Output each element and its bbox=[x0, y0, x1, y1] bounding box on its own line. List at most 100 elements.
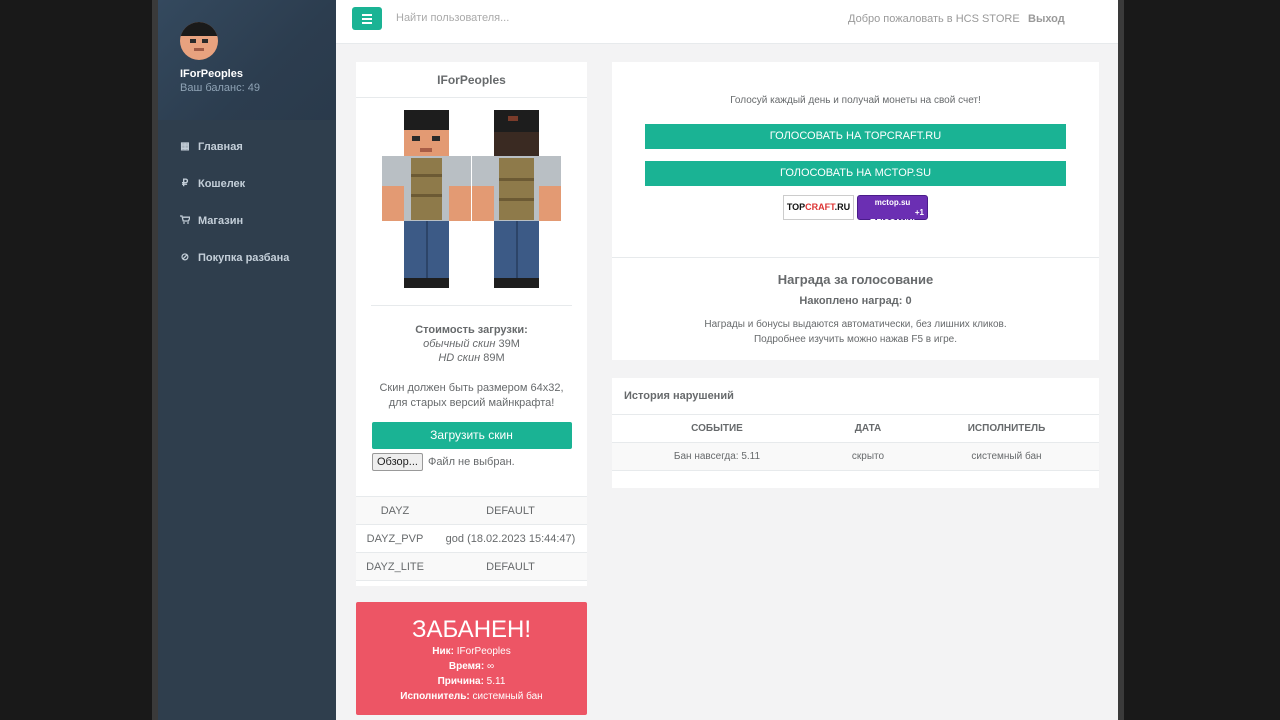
history-title: История нарушений bbox=[612, 378, 1099, 415]
ban-executor-label: Исполнитель: bbox=[400, 691, 470, 702]
ruble-icon: ₽ bbox=[181, 178, 189, 189]
topcraft-badge-a: TOP bbox=[786, 202, 806, 212]
profile-balance: Ваш баланс: 49 bbox=[180, 82, 260, 94]
server-status: DEFAULT bbox=[486, 560, 535, 573]
server-name: DAYZ_LITE bbox=[366, 560, 424, 573]
skin-size-note: Скин должен быть размером 64x32, для ста… bbox=[356, 381, 587, 411]
avatar-eye bbox=[190, 39, 196, 43]
mctop-badge-line: mctop.su bbox=[874, 198, 911, 207]
avatar-hair bbox=[180, 22, 218, 36]
sidebar-item-shop[interactable]: Магазин bbox=[158, 202, 336, 239]
file-status: Файл не выбран. bbox=[427, 456, 515, 468]
sidebar-item-label: Покупка разбана bbox=[198, 251, 290, 264]
ban-title: ЗАБАНЕН! bbox=[411, 616, 532, 643]
ban-icon: ⊘ bbox=[180, 252, 190, 263]
main-content: Добро пожаловать в HCS STORE Выход IForP… bbox=[336, 0, 1118, 720]
skin-panel-title: IForPeoples bbox=[356, 62, 587, 98]
sidebar-item-label: Кошелек bbox=[198, 177, 246, 190]
sidebar-item-label: Магазин bbox=[198, 214, 244, 227]
column-header-event: СОБЫТИЕ bbox=[691, 423, 743, 434]
cost-title: Стоимость загрузки: bbox=[415, 324, 528, 336]
search-input[interactable] bbox=[396, 12, 696, 24]
topcraft-badge[interactable]: TOPCRAFT.RU bbox=[783, 195, 854, 220]
reward-count: Накоплено наград: 0 bbox=[799, 295, 912, 307]
menu-toggle-button[interactable] bbox=[352, 7, 382, 30]
violation-history-panel: История нарушений СОБЫТИЕ ДАТА ИСПОЛНИТЕ… bbox=[612, 378, 1099, 488]
ban-reason: Причина: 5.11 bbox=[356, 674, 587, 689]
note-line: Скин должен быть размером 64x32, bbox=[379, 382, 564, 394]
ban-nick-value: IForPeoples bbox=[454, 646, 511, 657]
welcome-text: Добро пожаловать в HCS STORE bbox=[848, 13, 1020, 25]
server-status-table: DAYZ DEFAULT DAYZ_PVP god (18.02.2023 15… bbox=[356, 496, 587, 581]
reward-note: Награды и бонусы выдаются автоматически,… bbox=[612, 317, 1099, 347]
server-name: DAYZ_PVP bbox=[366, 532, 424, 545]
skin-preview bbox=[356, 98, 587, 306]
sidebar-item-wallet[interactable]: ₽ Кошелек bbox=[158, 165, 336, 202]
ban-executor: Исполнитель: системный бан bbox=[356, 689, 587, 704]
topcraft-badge-c: .RU bbox=[834, 202, 851, 212]
hamburger-icon bbox=[362, 13, 372, 16]
profile-username[interactable]: IForPeoples bbox=[180, 68, 336, 80]
sidebar: IForPeoples Ваш баланс: 49 ▦ Главная ₽ К… bbox=[158, 0, 336, 720]
screen-border-left bbox=[0, 0, 158, 720]
reward-note-line: Подробнее изучить можно нажав F5 в игре. bbox=[753, 334, 958, 345]
border-strip bbox=[1118, 0, 1124, 720]
server-status: DEFAULT bbox=[486, 504, 535, 517]
ban-reason-value: 5.11 bbox=[483, 676, 506, 687]
sidebar-nav: ▦ Главная ₽ Кошелек Магазин ⊘ Покупка ра… bbox=[158, 128, 336, 276]
column-header-date: ДАТА bbox=[854, 423, 882, 434]
vote-panel: Голосуй каждый день и получай монеты на … bbox=[612, 62, 1099, 360]
table-row: Бан навсегда: 5.11 скрыто системный бан bbox=[612, 443, 1099, 471]
table-row: DAYZ_LITE DEFAULT bbox=[356, 553, 587, 581]
browse-button[interactable]: Обзор... bbox=[372, 453, 423, 471]
server-status: god (18.02.2023 15:44:47) bbox=[445, 532, 576, 545]
cost-normal-label: обычный скин bbox=[423, 338, 496, 350]
sidebar-item-label: Главная bbox=[198, 140, 243, 153]
reward-note-line: Награды и бонусы выдаются автоматически,… bbox=[704, 319, 1007, 330]
history-executor: системный бан bbox=[971, 451, 1042, 462]
ban-reason-label: Причина: bbox=[437, 676, 484, 687]
grid-icon: ▦ bbox=[180, 141, 190, 152]
table-header: СОБЫТИЕ ДАТА ИСПОЛНИТЕЛЬ bbox=[612, 415, 1099, 443]
history-event: Бан навсегда: 5.11 bbox=[673, 451, 761, 462]
upload-skin-button[interactable]: Загрузить скин bbox=[371, 422, 572, 449]
screen-border-right bbox=[1118, 0, 1280, 720]
cost-hd-label: HD скин bbox=[438, 352, 481, 364]
vote-mctop-button[interactable]: ГОЛОСОВАТЬ НА MCTOP.SU bbox=[645, 161, 1066, 186]
ban-nick: Ник: IForPeoples bbox=[356, 644, 587, 659]
mctop-badge-line: ПЛЮСАНИ! bbox=[869, 218, 916, 227]
vote-text: Голосуй каждый день и получай монеты на … bbox=[730, 95, 981, 106]
ban-nick-label: Ник: bbox=[432, 646, 454, 657]
vote-topcraft-button[interactable]: ГОЛОСОВАТЬ НА TOPCRAFT.RU bbox=[645, 124, 1066, 149]
cost-hd-value: 89M bbox=[480, 352, 505, 364]
vote-badges: TOPCRAFT.RU mctop.su +1 ПЛЮСАНИ! bbox=[783, 195, 928, 227]
cost-normal-value: 39M bbox=[495, 338, 520, 350]
note-line: для старых версий майнкрафта! bbox=[388, 397, 555, 409]
hamburger-icon bbox=[362, 17, 372, 20]
topcraft-badge-b: CRAFT bbox=[805, 202, 835, 212]
avatar-eye bbox=[202, 39, 208, 43]
mctop-badge-line: +1 bbox=[914, 208, 924, 217]
skin-panel: IForPeoples Стоимость загрузки: обычный … bbox=[356, 62, 587, 586]
logout-link[interactable]: Выход bbox=[1028, 13, 1065, 25]
divider bbox=[612, 257, 1099, 258]
sidebar-profile: IForPeoples Ваш баланс: 49 bbox=[158, 0, 336, 120]
reward-title: Награда за голосование bbox=[777, 272, 934, 287]
column-header-executor: ИСПОЛНИТЕЛЬ bbox=[967, 423, 1046, 434]
file-picker: Обзор... Файл не выбран. bbox=[372, 453, 587, 471]
avatar[interactable] bbox=[180, 22, 218, 60]
ban-time-value: ∞ bbox=[484, 661, 495, 672]
upload-info: Стоимость загрузки: обычный скин 39M HD … bbox=[356, 324, 587, 411]
ban-time-label: Время: bbox=[448, 661, 485, 672]
ban-time: Время: ∞ bbox=[356, 659, 587, 674]
mctop-badge[interactable]: mctop.su +1 ПЛЮСАНИ! bbox=[857, 195, 928, 227]
server-name: DAYZ bbox=[380, 504, 410, 517]
cost-hd: HD скин 89M bbox=[356, 352, 587, 364]
ban-notice: ЗАБАНЕН! Ник: IForPeoples Время: ∞ Причи… bbox=[356, 602, 587, 715]
sidebar-item-unban[interactable]: ⊘ Покупка разбана bbox=[158, 239, 336, 276]
sidebar-item-home[interactable]: ▦ Главная bbox=[158, 128, 336, 165]
avatar-mouth bbox=[194, 48, 204, 51]
divider bbox=[371, 305, 572, 306]
table-row: DAYZ DEFAULT bbox=[356, 497, 587, 525]
top-bar: Добро пожаловать в HCS STORE Выход bbox=[336, 0, 1118, 44]
